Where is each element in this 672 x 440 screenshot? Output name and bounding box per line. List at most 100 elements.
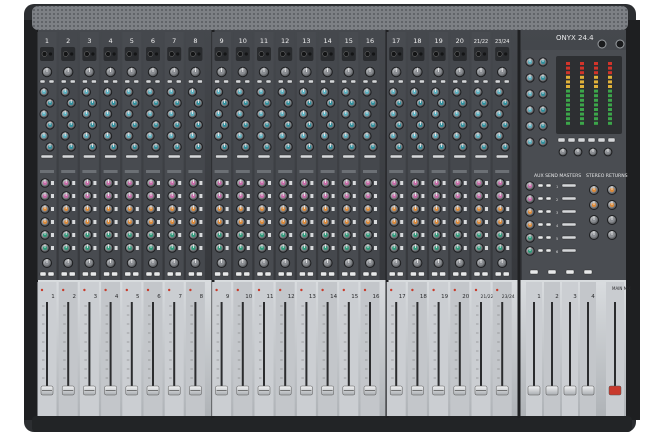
stereo-return-knob[interactable] [607,185,617,195]
aux-solo-button[interactable] [537,248,544,253]
eq-knob[interactable] [347,98,357,108]
eq-knob[interactable] [214,87,224,97]
solo-button[interactable] [307,271,314,277]
eq-knob[interactable] [151,120,161,130]
phase-button[interactable] [461,79,467,84]
eq-knob[interactable] [214,131,224,141]
eq-knob[interactable] [415,120,425,130]
aux-send-knob[interactable] [103,191,114,201]
gain-knob[interactable] [301,66,312,78]
phase-button[interactable] [398,79,404,84]
eq-knob[interactable] [166,131,176,141]
eq-knob[interactable] [494,109,504,119]
aux-send-knob[interactable] [257,230,267,240]
eq-knob[interactable] [187,87,197,97]
mute-button[interactable] [341,271,348,277]
eq-knob[interactable] [341,87,351,97]
eq-knob[interactable] [124,87,134,97]
eq-knob[interactable] [452,87,462,97]
mute-button[interactable] [188,271,195,277]
group-button[interactable] [565,269,575,275]
eq-knob[interactable] [277,87,287,97]
aux-send-knob[interactable] [167,191,177,201]
group-button[interactable] [547,269,557,275]
pan-knob[interactable] [301,258,312,268]
eq-knob[interactable] [109,120,119,130]
eq-knob[interactable] [458,98,468,108]
eq-knob[interactable] [45,142,55,152]
eq-in-button[interactable] [363,154,377,159]
eq-knob[interactable] [341,131,351,141]
mute-button[interactable] [473,271,481,277]
aux-send-knob[interactable] [431,230,442,240]
eq-knob[interactable] [166,109,176,119]
gain-knob[interactable] [322,66,333,78]
mute-button[interactable] [389,271,396,277]
solo-button[interactable] [132,271,140,277]
aux-send-knob[interactable] [453,243,463,253]
stereo-return-knob[interactable] [589,185,599,195]
solo-button[interactable] [153,271,161,277]
phantom-button[interactable] [256,79,263,84]
solo-button[interactable] [460,271,467,277]
mute-button[interactable] [278,271,285,277]
eq-knob[interactable] [81,87,91,97]
phase-button[interactable] [112,79,118,84]
pan-knob[interactable] [237,258,248,268]
eq-knob[interactable] [394,98,404,108]
aux-send-knob[interactable] [146,191,156,201]
aux-send-knob[interactable] [103,204,114,214]
eq-knob[interactable] [415,98,425,108]
pan-knob[interactable] [433,258,444,268]
gain-knob[interactable] [497,66,508,78]
eq-knob[interactable] [262,120,272,130]
aux-assign-button[interactable] [545,235,552,240]
aux-send-knob[interactable] [40,217,50,227]
aux-send-knob[interactable] [410,217,421,227]
aux-send-knob[interactable] [214,243,225,253]
mute-button[interactable] [452,271,459,277]
aux-send-knob[interactable] [82,204,93,214]
aux-send-knob[interactable] [214,191,225,201]
master-select-button[interactable] [567,137,576,143]
eq-knob[interactable] [283,98,293,108]
eq-knob[interactable] [298,131,308,141]
main-fader-cap[interactable] [608,385,622,396]
eq-knob[interactable] [320,87,330,97]
solo-button[interactable] [418,271,425,277]
aux-send-knob[interactable] [214,178,225,188]
master-select-button[interactable] [557,137,566,143]
aux-send-knob[interactable] [474,243,484,253]
eq-knob[interactable] [368,142,378,152]
eq-knob[interactable] [409,131,419,141]
eq-knob[interactable] [437,120,447,130]
mute-button[interactable] [124,271,132,277]
eq-knob[interactable] [362,109,372,119]
eq-knob[interactable] [187,131,197,141]
eq-knob[interactable] [298,87,308,97]
eq-knob[interactable] [103,131,113,141]
master-upper-knob[interactable] [538,121,548,131]
aux-send-knob[interactable] [453,178,463,188]
phase-button[interactable] [197,79,203,84]
aux-send-knob[interactable] [61,230,71,240]
aux-send-knob[interactable] [146,204,156,214]
eq-knob[interactable] [388,109,398,119]
aux-send-knob[interactable] [320,191,331,201]
eq-knob[interactable] [220,98,230,108]
eq-knob[interactable] [494,131,504,141]
master-upper-knob[interactable] [538,89,548,99]
eq-knob[interactable] [172,120,182,130]
aux-send-knob[interactable] [474,204,484,214]
aux-send-knob[interactable] [125,178,135,188]
aux-bus-button[interactable] [561,183,577,188]
aux-master-knob[interactable] [525,220,535,230]
eq-knob[interactable] [130,98,140,108]
eq-knob[interactable] [235,131,245,141]
aux-bus-button[interactable] [561,248,577,253]
phantom-button[interactable] [410,79,416,84]
eq-knob[interactable] [262,98,272,108]
eq-knob[interactable] [415,142,425,152]
pan-knob[interactable] [454,258,465,268]
eq-in-button[interactable] [125,154,139,159]
